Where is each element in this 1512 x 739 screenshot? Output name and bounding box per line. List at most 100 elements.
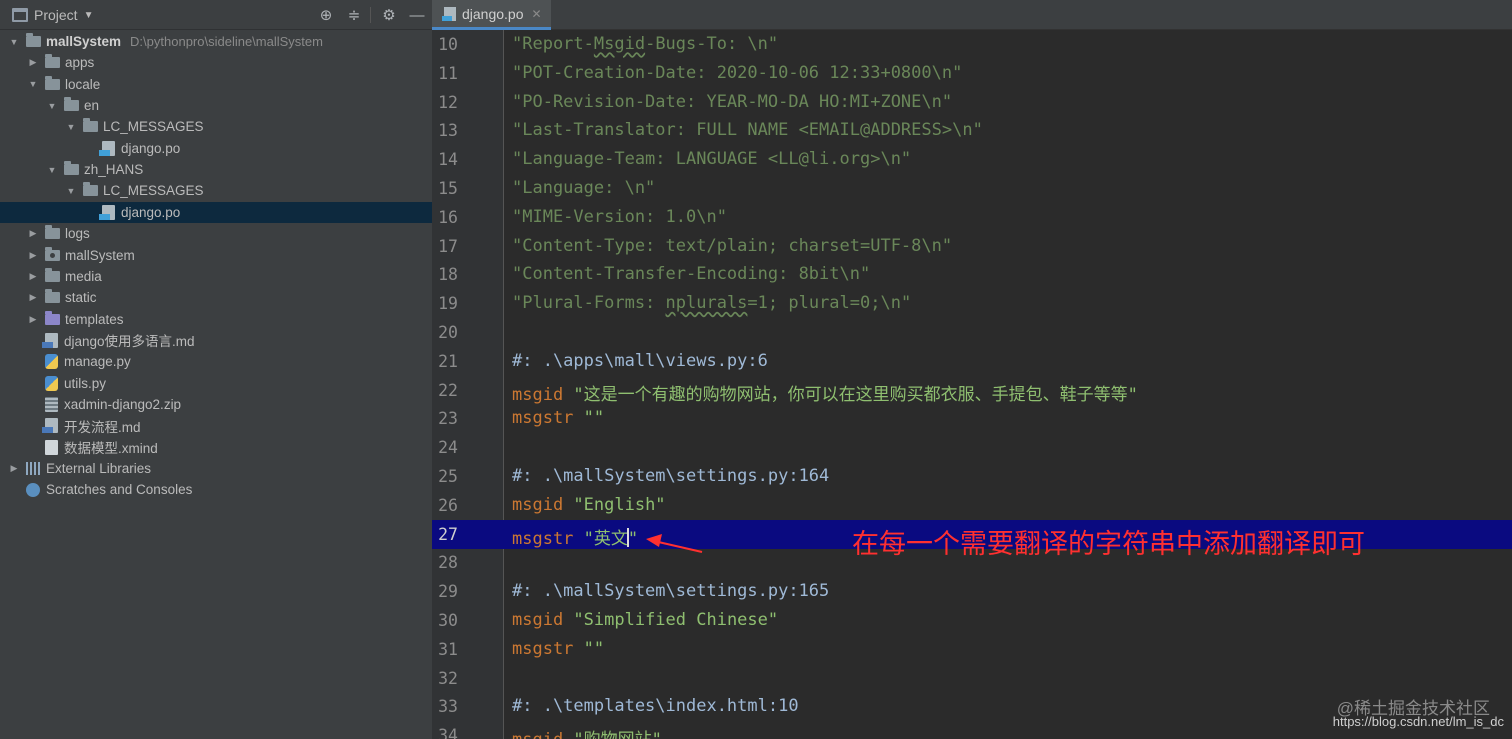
tree-item[interactable]: ▼ mallSystem D:\pythonpro\sideline\mallSys… [0,31,432,52]
line-number: 17 [438,236,458,256]
code-token: "" [583,638,605,659]
tree-item-label: en [84,98,100,114]
locate-file-button[interactable]: ⊕ [316,5,336,25]
code-text: "Language-Team: LANGUAGE <LL@li.org>\n" [512,149,911,169]
tree-item[interactable]: ▼ locale [0,74,432,95]
code-line[interactable]: 21 #: .\apps\mall\views.py:6 [432,347,1512,376]
code-line[interactable]: 18 "Content-Transfer-Encoding: 8bit\n" [432,260,1512,289]
tree-item-label: mallSystem [65,247,135,263]
chevron-down-icon[interactable]: ▼ [27,79,39,89]
code-token: msgid [512,494,574,515]
tree-item[interactable]: ▶django.po [0,201,432,223]
code-line[interactable]: 31 msgstr "" [432,635,1512,664]
code-line[interactable]: 17 "Content-Type: text/plain; charset=UTF… [432,232,1512,261]
collapse-all-button[interactable]: ≑ [344,5,364,25]
code-line[interactable]: 13 "Last-Translator: FULL NAME <EMAIL@ADD… [432,116,1512,145]
tree-item[interactable]: ▶Scratches and Consoles [0,479,432,500]
chevron-right-icon[interactable]: ▶ [27,250,39,261]
code-line[interactable]: 10 "Report-Msgid-Bugs-To: \n" [432,30,1512,59]
tree-item-label: media [65,268,102,284]
code-line[interactable]: 22 msgid "这是一个有趣的购物网站，你可以在这里购买都衣服、手提包、鞋子等… [432,376,1512,405]
tree-item[interactable]: ▶ logs [0,223,432,244]
tree-item[interactable]: ▶ External Libraries [0,458,432,479]
tree-item-label: zh_HANS [84,162,144,178]
xmind-file-icon [45,439,58,455]
header-divider [370,7,371,23]
line-number: 27 [438,524,458,544]
tree-item[interactable]: ▶ apps [0,52,432,73]
chevron-right-icon[interactable]: ▶ [27,271,39,282]
tree-item-label: logs [65,226,90,242]
tree-item[interactable]: ▶django.po [0,138,432,159]
close-icon[interactable]: ✕ [532,7,542,21]
chevron-right-icon[interactable]: ▶ [27,57,39,68]
tree-item-label: External Libraries [46,461,152,476]
tree-item[interactable]: ▶manage.py [0,351,432,372]
tree-item[interactable]: ▶数据模型.xmind [0,437,432,458]
tab-django-po[interactable]: django.po ✕ [432,0,551,30]
folder-icon [83,182,98,197]
line-number: 29 [438,582,458,602]
chevron-down-icon[interactable]: ▼ [65,186,77,196]
tree-item[interactable]: ▶ static [0,287,432,308]
tab-label: django.po [462,5,524,22]
code-token: msgstr [512,528,584,549]
code-line[interactable]: 15 "Language: \n" [432,174,1512,203]
code-line[interactable]: 30 msgid "Simplified Chinese" [432,606,1512,635]
code-token: =1; plural=0;\n" [747,293,912,314]
code-token: #: .\mallSystem\settings.py:165 [512,581,830,602]
code-line[interactable]: 16 "MIME-Version: 1.0\n" [432,203,1512,232]
code-token: msgid [512,610,574,630]
tree-item[interactable]: ▶ mallSystem [0,245,432,266]
code-line[interactable]: 29 #: .\mallSystem\settings.py:165 [432,577,1512,606]
code-text: msgid "Simplified Chinese" [512,610,778,630]
tree-item[interactable]: ▶开发流程.md [0,415,432,436]
annotation-arrow [646,534,703,553]
chevron-down-icon[interactable]: ▼ [8,37,20,47]
code-text: #: .\apps\mall\views.py:6 [512,351,768,371]
tree-item-label: django.po [121,204,181,220]
code-line[interactable]: 20 [432,318,1512,347]
tree-item[interactable]: ▼ LC_MESSAGES [0,180,432,201]
python-file-icon [45,354,58,370]
project-view-selector[interactable]: Project ▼ [12,7,93,23]
tree-item[interactable]: ▶ templates [0,309,432,330]
tree-item[interactable]: ▶utils.py [0,373,432,394]
code-line[interactable]: 32 [432,664,1512,693]
tree-item-label: xadmin-django2.zip [64,396,182,412]
tree-item-label: locale [65,76,101,92]
chevron-right-icon[interactable]: ▶ [27,228,39,239]
tree-item[interactable]: ▶django使用多语言.md [0,330,432,351]
chevron-down-icon[interactable]: ▼ [65,122,77,132]
tree-item[interactable]: ▼ en [0,95,432,116]
code-token: "Plural-Forms: [512,293,666,314]
code-text: "POT-Creation-Date: 2020-10-06 12:33+080… [512,63,962,83]
hide-panel-button[interactable]: — [407,5,427,25]
tree-item[interactable]: ▶ media [0,266,432,287]
tree-item[interactable]: ▼ LC_MESSAGES [0,116,432,137]
chevron-right-icon[interactable]: ▶ [27,314,39,325]
tree-item[interactable]: ▼ zh_HANS [0,159,432,180]
settings-button[interactable]: ⚙ [379,5,399,25]
code-line[interactable]: 14 "Language-Team: LANGUAGE <LL@li.org>\n… [432,145,1512,174]
code-line[interactable]: 25 #: .\mallSystem\settings.py:164 [432,462,1512,491]
line-number: 21 [438,351,458,371]
code-editor[interactable]: 10 "Report-Msgid-Bugs-To: \n" 11 "POT-Creat… [432,30,1512,739]
code-token: #: .\apps\mall\views.py:6 [512,350,768,371]
chevron-down-icon[interactable]: ▼ [46,165,58,175]
chevron-right-icon[interactable]: ▶ [27,292,39,303]
po-file-icon [99,140,115,156]
code-text: "MIME-Version: 1.0\n" [512,207,727,227]
code-line[interactable]: 24 [432,433,1512,462]
code-line[interactable]: 12 "PO-Revision-Date: YEAR-MO-DA HO:MI+ZO… [432,88,1512,117]
chevron-down-icon[interactable]: ▼ [46,101,58,111]
tree-item-label: templates [65,311,124,327]
chevron-right-icon[interactable]: ▶ [8,463,20,474]
code-line[interactable]: 23 msgstr "" [432,404,1512,433]
code-line[interactable]: 19 "Plural-Forms: nplurals=1; plural=0;\n… [432,289,1512,318]
code-line[interactable]: 11 "POT-Creation-Date: 2020-10-06 12:33+0… [432,59,1512,88]
code-text: "Content-Transfer-Encoding: 8bit\n" [512,264,870,284]
code-line[interactable]: 26 msgid "English" [432,491,1512,520]
tree-item[interactable]: ▶xadmin-django2.zip [0,394,432,415]
line-number: 16 [438,207,458,227]
